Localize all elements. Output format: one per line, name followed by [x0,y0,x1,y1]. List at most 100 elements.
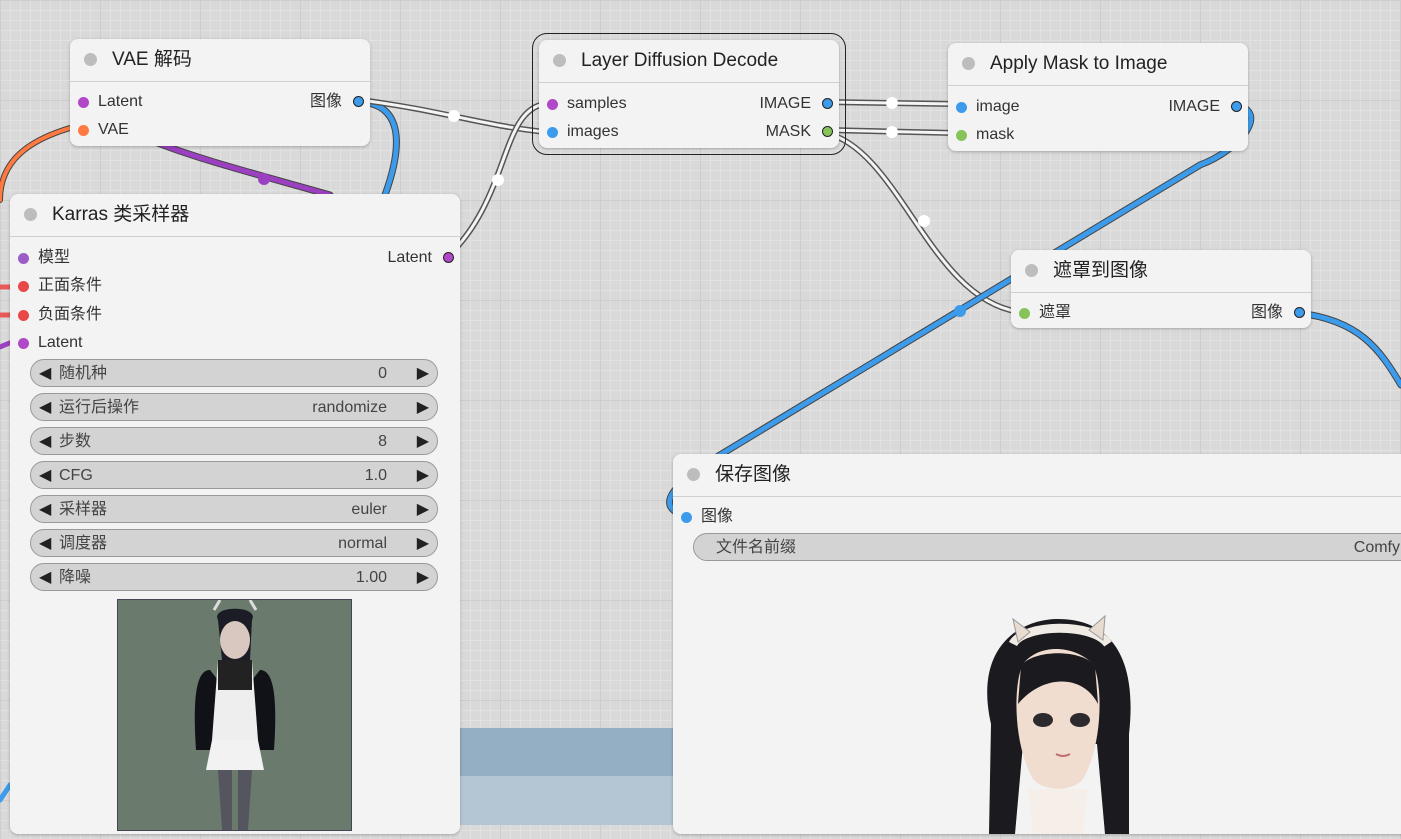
widget-control-after-generate[interactable]: ◀ 运行后操作 randomize ▶ [30,393,438,421]
latent-port-icon[interactable] [78,97,89,108]
widget-cfg[interactable]: ◀ CFG 1.0 ▶ [30,461,438,489]
output-image[interactable]: 图像 [310,92,370,112]
node-title[interactable]: VAE 解码 [70,39,370,82]
widget-steps[interactable]: ◀ 步数 8 ▶ [30,427,438,455]
image-port-icon[interactable] [1294,307,1305,318]
decrement-arrow-icon[interactable]: ◀ [39,530,51,558]
widget-value: Comfy [1353,539,1400,556]
node-title[interactable]: 保存图像 [673,454,1401,497]
slot-label: 负面条件 [38,306,103,323]
collapse-dot[interactable] [687,468,700,481]
input-mask[interactable]: mask [948,125,1014,145]
node-mask-to-image[interactable]: 遮罩到图像 遮罩 图像 [1011,250,1311,328]
collapse-dot[interactable] [24,208,37,221]
increment-arrow-icon[interactable]: ▶ [417,462,429,490]
widget-label: CFG [59,467,93,484]
increment-arrow-icon[interactable]: ▶ [417,496,429,524]
node-title-text: Karras 类采样器 [52,204,190,225]
widget-seed[interactable]: ◀ 随机种 0 ▶ [30,359,438,387]
node-title[interactable]: Layer Diffusion Decode [539,40,839,83]
increment-arrow-icon[interactable]: ▶ [417,564,429,592]
input-vae[interactable]: VAE [70,120,129,140]
wire-masktoimage-out [1294,309,1401,389]
vae-port-icon[interactable] [78,125,89,136]
model-port-icon[interactable] [18,253,29,264]
node-karras-sampler[interactable]: Karras 类采样器 模型 正面条件 负面条件 Latent Latent ◀… [10,194,460,834]
latent-port-icon[interactable] [18,338,29,349]
slot-label: Latent [38,334,83,351]
input-images[interactable]: images [539,122,619,142]
latent-port-icon[interactable] [443,252,454,263]
input-samples[interactable]: samples [539,94,627,114]
widget-value: euler [351,501,387,518]
cond-port-icon[interactable] [18,281,29,292]
input-mask[interactable]: 遮罩 [1011,303,1071,323]
widget-label: 采样器 [59,501,108,518]
input-latent[interactable]: Latent [70,92,142,112]
output-image[interactable]: 图像 [1251,303,1311,323]
decrement-arrow-icon[interactable]: ◀ [39,394,51,422]
slot-label: 正面条件 [38,277,103,294]
input-positive[interactable]: 正面条件 [10,276,102,296]
output-latent[interactable]: Latent [388,248,460,268]
decrement-arrow-icon[interactable]: ◀ [39,360,51,388]
decrement-arrow-icon[interactable]: ◀ [39,496,51,524]
input-image[interactable]: image [948,97,1020,117]
output-image[interactable]: IMAGE [759,94,839,114]
widget-denoise[interactable]: ◀ 降噪 1.00 ▶ [30,563,438,591]
collapse-dot[interactable] [84,53,97,66]
collapse-dot[interactable] [1025,264,1038,277]
node-title[interactable]: 遮罩到图像 [1011,250,1311,293]
latent-preview-image [117,599,352,831]
widget-filename-prefix[interactable]: 文件名前缀 Comfy [693,533,1401,561]
node-apply-mask-to-image[interactable]: Apply Mask to Image image mask IMAGE [948,43,1248,151]
slot-label: images [567,123,619,140]
slot-label: 图像 [1250,304,1283,321]
node-layer-diffusion-decode[interactable]: Layer Diffusion Decode samples images IM… [532,33,846,155]
increment-arrow-icon[interactable]: ▶ [417,530,429,558]
collapse-dot[interactable] [962,57,975,70]
input-negative[interactable]: 负面条件 [10,305,102,325]
decrement-arrow-icon[interactable]: ◀ [39,564,51,592]
increment-arrow-icon[interactable]: ▶ [417,360,429,388]
slot-label: 模型 [38,249,71,266]
decrement-arrow-icon[interactable]: ◀ [39,428,51,456]
widget-value: 1.00 [355,569,387,586]
widget-label: 降噪 [59,569,92,586]
output-preview-image [893,604,1193,834]
node-save-image[interactable]: 保存图像 图像 文件名前缀 Comfy [673,454,1401,834]
slot-label: IMAGE [1168,98,1220,115]
widget-sampler[interactable]: ◀ 采样器 euler ▶ [30,495,438,523]
input-image[interactable]: 图像 [673,507,733,527]
cond-port-icon[interactable] [18,310,29,321]
latent-port-icon[interactable] [547,99,558,110]
input-model[interactable]: 模型 [10,248,70,268]
image-port-icon[interactable] [956,102,967,113]
image-port-icon[interactable] [681,512,692,523]
collapse-dot[interactable] [553,54,566,67]
output-mask[interactable]: MASK [766,122,839,142]
slot-label: MASK [765,123,811,140]
mask-port-icon[interactable] [822,126,833,137]
image-port-icon[interactable] [1231,101,1242,112]
node-title[interactable]: Apply Mask to Image [948,43,1248,86]
output-image[interactable]: IMAGE [1168,97,1248,117]
input-latent[interactable]: Latent [10,333,82,353]
widget-value: randomize [312,399,387,416]
mask-port-icon[interactable] [956,130,967,141]
widget-scheduler[interactable]: ◀ 调度器 normal ▶ [30,529,438,557]
increment-arrow-icon[interactable]: ▶ [417,428,429,456]
node-vae-decode[interactable]: VAE 解码 Latent VAE 图像 [70,39,370,146]
mask-port-icon[interactable] [1019,308,1030,319]
widget-label: 文件名前缀 [716,539,797,556]
widget-value: 1.0 [364,467,387,484]
decrement-arrow-icon[interactable]: ◀ [39,462,51,490]
image-port-icon[interactable] [353,96,364,107]
slot-label: image [976,98,1020,115]
image-port-icon[interactable] [547,127,558,138]
node-title-text: 保存图像 [715,464,792,485]
increment-arrow-icon[interactable]: ▶ [417,394,429,422]
widget-label: 步数 [59,433,92,450]
image-port-icon[interactable] [822,98,833,109]
node-title[interactable]: Karras 类采样器 [10,194,460,237]
